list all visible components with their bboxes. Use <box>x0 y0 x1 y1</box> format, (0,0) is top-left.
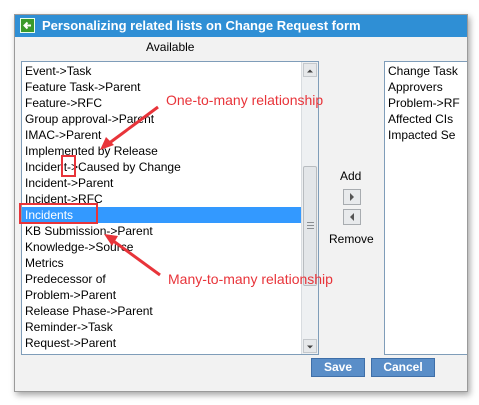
list-item[interactable]: Knowledge->Source <box>25 239 133 255</box>
list-item[interactable]: KB Submission->Parent <box>25 223 153 239</box>
list-item[interactable]: Metrics <box>25 255 64 271</box>
list-item[interactable]: Release Phase->Parent <box>25 303 153 319</box>
list-item[interactable]: Request->Parent <box>25 335 116 351</box>
title-bar: Personalizing related lists on Change Re… <box>15 15 467 37</box>
list-item[interactable]: Group approval->Parent <box>25 111 154 127</box>
remove-label: Remove <box>329 232 374 246</box>
save-button[interactable]: Save <box>311 358 365 377</box>
list-item[interactable]: Impacted Se <box>388 127 455 143</box>
dialog-title: Personalizing related lists on Change Re… <box>42 18 361 33</box>
add-button[interactable] <box>343 189 361 205</box>
list-item[interactable]: Problem->RF <box>388 95 460 111</box>
arrow-left-icon <box>350 213 354 221</box>
back-arrow-icon[interactable] <box>20 18 35 33</box>
remove-button[interactable] <box>343 209 361 225</box>
list-item[interactable]: Incident->Caused by Change <box>25 159 181 175</box>
add-label: Add <box>340 169 362 183</box>
scroll-up-button[interactable] <box>303 63 317 77</box>
list-item[interactable]: Approvers <box>388 79 443 95</box>
cancel-button[interactable]: Cancel <box>371 358 435 377</box>
incidents-highlight-box <box>19 203 98 224</box>
arrow-highlight-box <box>61 155 76 177</box>
available-label: Available <box>146 40 195 54</box>
list-item[interactable]: Predecessor of <box>25 271 106 287</box>
scroll-thumb[interactable] <box>303 166 317 286</box>
list-item[interactable]: Reminder->Task <box>25 319 113 335</box>
list-item[interactable]: Feature->RFC <box>25 95 102 111</box>
scroll-down-button[interactable] <box>303 339 317 353</box>
list-item[interactable]: Change Task <box>388 63 458 79</box>
chevron-down-icon <box>307 345 313 349</box>
list-item[interactable]: Incident->Parent <box>25 175 113 191</box>
list-item[interactable]: IMAC->Parent <box>25 127 101 143</box>
list-item[interactable]: Feature Task->Parent <box>25 79 141 95</box>
list-item[interactable]: Affected CIs <box>388 111 453 127</box>
list-item[interactable]: Implemented by Release <box>25 143 158 159</box>
list-item[interactable]: Event->Task <box>25 63 91 79</box>
one-to-many-annotation: One-to-many relationship <box>166 92 324 108</box>
many-to-many-annotation: Many-to-many relationship <box>168 271 333 287</box>
list-item[interactable]: Problem->Parent <box>25 287 116 303</box>
chevron-up-icon <box>307 69 313 73</box>
arrow-right-icon <box>350 193 354 201</box>
selected-list[interactable]: Change Task Approvers Problem->RF Affect… <box>384 61 467 355</box>
